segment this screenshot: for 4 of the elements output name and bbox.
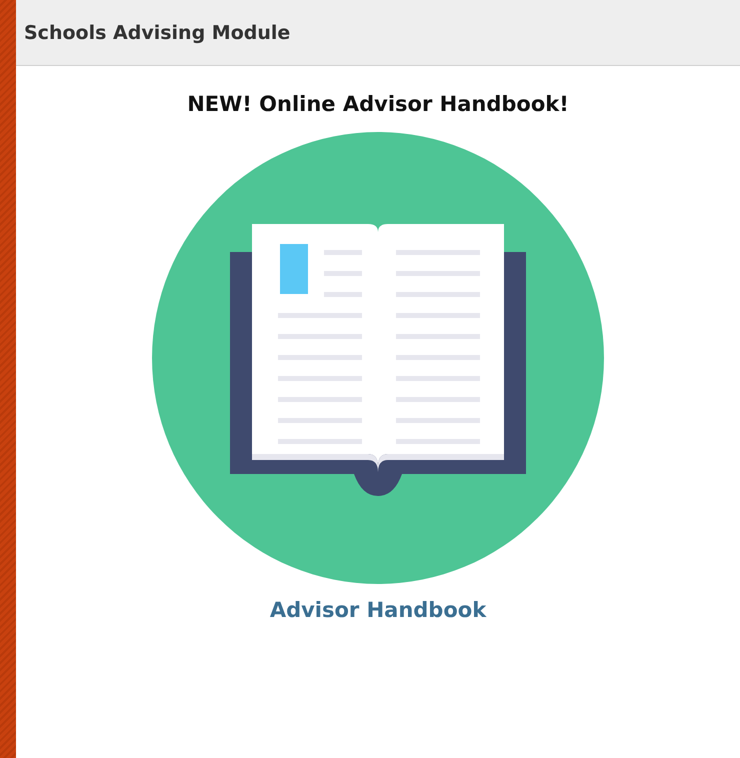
module-title: Schools Advising Module <box>24 22 290 44</box>
book-icon[interactable] <box>152 132 604 584</box>
handbook-link[interactable]: Advisor Handbook <box>270 598 486 622</box>
heading: NEW! Online Advisor Handbook! <box>187 92 569 116</box>
